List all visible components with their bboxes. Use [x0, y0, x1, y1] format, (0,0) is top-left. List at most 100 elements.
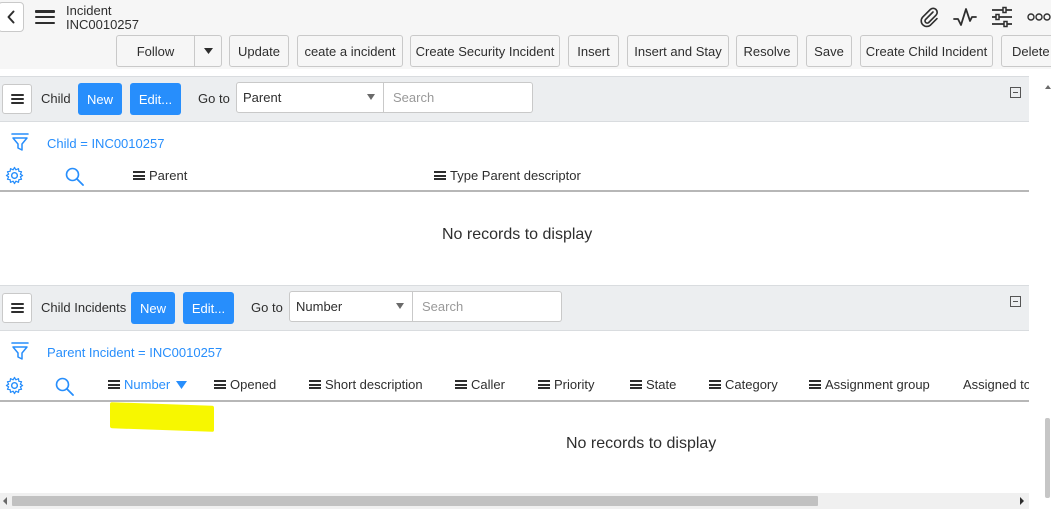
insert-button[interactable]: Insert — [568, 35, 619, 67]
column-header-assignment-group[interactable]: Assignment group — [809, 377, 930, 392]
child-list-title: Child — [41, 91, 71, 106]
caret-down-icon — [203, 48, 213, 54]
column-menu-icon — [455, 380, 467, 389]
child-incidents-search-input[interactable]: Search — [413, 291, 562, 322]
column-header-assigned-to[interactable]: Assigned to — [959, 377, 1029, 392]
chevron-down-icon — [396, 303, 404, 309]
child-empty-message: No records to display — [442, 226, 593, 243]
sliders-icon[interactable] — [991, 6, 1013, 28]
column-menu-icon — [214, 380, 226, 389]
column-menu-icon — [538, 380, 550, 389]
child-incidents-search-placeholder: Search — [422, 299, 464, 314]
form-menu-button[interactable] — [35, 10, 55, 24]
column-header-opened[interactable]: Opened — [214, 377, 276, 392]
child-goto-select[interactable]: Parent — [236, 82, 384, 113]
ceate-incident-button[interactable]: ceate a incident — [297, 35, 403, 67]
column-label: Caller — [471, 377, 505, 392]
save-button[interactable]: Save — [806, 35, 852, 67]
record-type: Incident — [66, 3, 112, 18]
column-label: Short description — [325, 377, 423, 392]
child-incidents-collapse-button[interactable] — [1010, 296, 1021, 307]
column-label: Assignment group — [825, 377, 930, 392]
child-incidents-breadcrumb[interactable]: Parent Incident = INC0010257 — [47, 345, 222, 360]
follow-button[interactable]: Follow — [116, 35, 195, 67]
column-menu-icon — [809, 380, 821, 389]
child-goto-label: Go to — [198, 91, 230, 106]
follow-dropdown-button[interactable] — [194, 35, 222, 67]
column-header-parent[interactable]: Parent — [133, 168, 187, 183]
hamburger-icon — [10, 94, 24, 104]
child-incidents-goto-select[interactable]: Number — [289, 291, 413, 322]
column-menu-icon — [709, 380, 721, 389]
paperclip-icon[interactable] — [918, 6, 940, 28]
column-label: Type Parent descriptor — [450, 168, 581, 183]
more-dots-icon[interactable] — [1027, 12, 1051, 22]
create-security-incident-label: Create Security Incident — [415, 43, 555, 59]
child-incidents-menu-button[interactable] — [2, 293, 32, 323]
create-child-incident-label: Create Child Incident — [865, 43, 988, 59]
column-label: State — [646, 377, 677, 392]
table-header-divider — [0, 400, 1029, 402]
table-header-divider — [0, 190, 1029, 192]
child-incidents-edit-button[interactable]: Edit... — [183, 292, 234, 324]
child-incidents-list-title: Child Incidents — [41, 300, 127, 315]
child-incidents-goto-label: Go to — [251, 300, 283, 315]
sort-descending-icon — [176, 380, 188, 389]
child-new-label: New — [86, 91, 113, 107]
column-label: Assigned to — [963, 377, 1029, 392]
assigned-to-clip: Assigned to — [959, 377, 1029, 395]
funnel-icon[interactable] — [11, 132, 29, 152]
child-edit-label: Edit... — [138, 91, 173, 107]
column-header-short-description[interactable]: Short description — [309, 377, 423, 392]
column-label: Category — [725, 377, 778, 392]
record-number: INC0010257 — [66, 17, 139, 32]
scroll-left-icon[interactable] — [2, 497, 8, 505]
column-header-number[interactable]: Number — [108, 377, 188, 392]
delete-label: Delete — [1012, 43, 1050, 59]
column-header-caller[interactable]: Caller — [455, 377, 505, 392]
back-button[interactable] — [0, 2, 24, 32]
vertical-scrollbar-thumb[interactable] — [1045, 418, 1050, 498]
child-incidents-new-button[interactable]: New — [131, 292, 175, 324]
column-label: Parent — [149, 168, 188, 183]
resolve-button[interactable]: Resolve — [736, 35, 798, 67]
horizontal-scrollbar-thumb[interactable] — [12, 496, 818, 506]
column-menu-icon — [108, 380, 120, 389]
insert-and-stay-button[interactable]: Insert and Stay — [627, 35, 729, 67]
scroll-right-icon[interactable] — [1019, 497, 1025, 505]
child-goto-selected: Parent — [243, 90, 282, 105]
gear-icon[interactable] — [5, 166, 24, 185]
child-edit-button[interactable]: Edit... — [130, 83, 181, 115]
column-header-state[interactable]: State — [630, 377, 676, 392]
child-search-input[interactable]: Search — [384, 82, 533, 113]
gear-icon[interactable] — [5, 376, 24, 395]
column-header-priority[interactable]: Priority — [538, 377, 594, 392]
magnifier-icon[interactable] — [65, 167, 84, 186]
delete-button[interactable]: Delete — [1001, 35, 1051, 67]
column-menu-icon — [434, 171, 446, 180]
column-label: Number — [124, 377, 171, 392]
magnifier-icon[interactable] — [55, 377, 74, 396]
child-list-menu-button[interactable] — [2, 84, 32, 114]
resolve-label: Resolve — [743, 43, 791, 59]
column-header-category[interactable]: Category — [709, 377, 778, 392]
update-button[interactable]: Update — [229, 35, 289, 67]
funnel-icon[interactable] — [11, 341, 29, 361]
activity-pulse-icon[interactable] — [953, 6, 977, 28]
child-incidents-edit-label: Edit... — [191, 300, 226, 316]
child-incidents-empty-message: No records to display — [566, 435, 717, 452]
child-new-button[interactable]: New — [78, 83, 122, 115]
column-header-type-parent-descriptor[interactable]: Type Parent descriptor — [434, 168, 581, 183]
child-breadcrumb[interactable]: Child = INC0010257 — [47, 136, 164, 151]
follow-label: Follow — [136, 43, 175, 59]
ceate-incident-label: ceate a incident — [304, 43, 396, 59]
create-security-incident-button[interactable]: Create Security Incident — [410, 35, 560, 67]
scroll-up-icon[interactable] — [1045, 84, 1051, 90]
insert-and-stay-label: Insert and Stay — [634, 43, 722, 59]
column-label: Priority — [554, 377, 595, 392]
column-menu-icon — [630, 380, 642, 389]
column-menu-icon — [133, 171, 145, 180]
child-collapse-button[interactable] — [1010, 87, 1021, 98]
save-label: Save — [814, 43, 844, 59]
create-child-incident-button[interactable]: Create Child Incident — [860, 35, 993, 67]
